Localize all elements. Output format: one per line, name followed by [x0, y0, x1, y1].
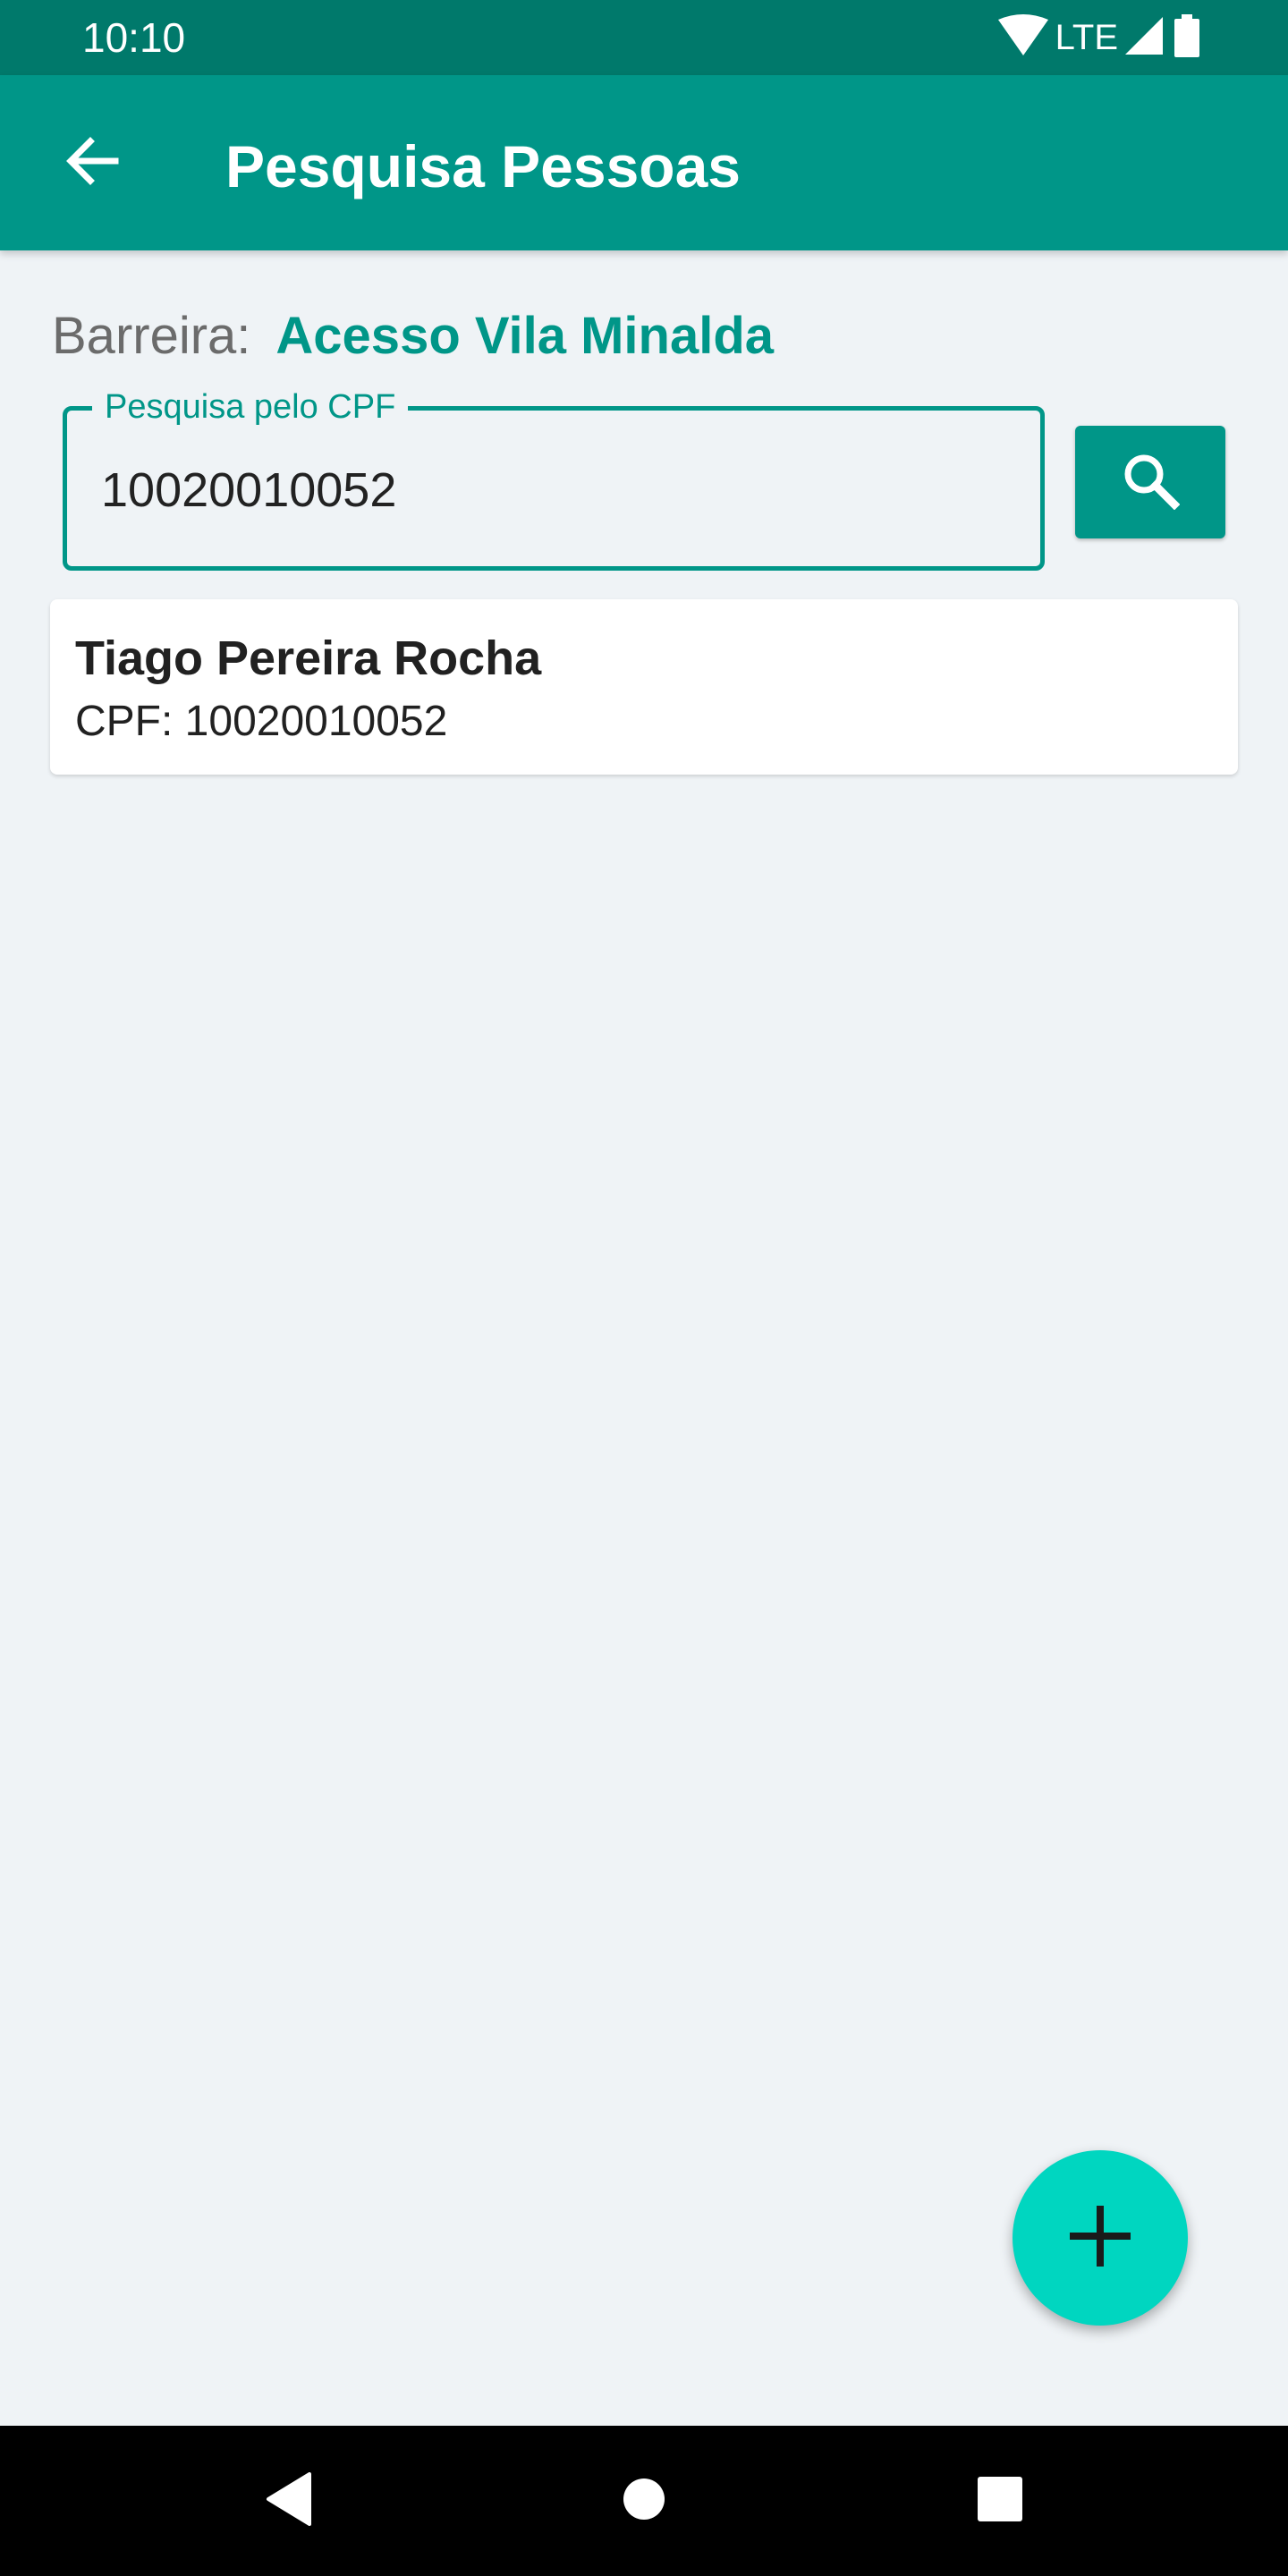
nav-home-icon: [622, 2477, 666, 2526]
page-title: Pesquisa Pessoas: [225, 133, 741, 199]
system-nav-bar: [0, 2426, 1288, 2576]
result-card[interactable]: Tiago Pereira Rocha CPF: 10020010052: [50, 599, 1238, 775]
signal-icon: [1123, 15, 1165, 61]
nav-back-icon: [265, 2471, 311, 2530]
status-bar: 10:10 LTE: [0, 0, 1288, 75]
cpf-search-field[interactable]: Pesquisa pelo CPF: [63, 387, 1045, 571]
search-icon: [1121, 451, 1181, 514]
search-button[interactable]: [1075, 426, 1225, 538]
barrier-row: Barreira: Acesso Vila Minalda: [52, 306, 774, 377]
nav-home-button[interactable]: [590, 2447, 698, 2555]
add-icon: [1066, 2202, 1134, 2275]
nav-back-button[interactable]: [234, 2447, 342, 2555]
nav-recents-icon: [977, 2476, 1023, 2527]
barrier-value: Acesso Vila Minalda: [275, 307, 775, 365]
back-button[interactable]: [50, 122, 132, 204]
result-name: Tiago Pereira Rocha: [75, 631, 542, 685]
cpf-field-label: Pesquisa pelo CPF: [92, 387, 409, 427]
barrier-label: Barreira:: [52, 307, 251, 365]
app-bar: Pesquisa Pessoas: [0, 75, 1288, 250]
status-time: 10:10: [82, 14, 186, 61]
network-type: LTE: [1055, 18, 1118, 57]
cpf-input[interactable]: [99, 457, 997, 523]
arrow-back-icon: [64, 136, 119, 191]
nav-recents-button[interactable]: [946, 2447, 1054, 2555]
battery-icon: [1174, 13, 1200, 62]
result-cpf: CPF: 10020010052: [75, 698, 448, 745]
wifi-icon: [996, 13, 1050, 62]
status-icons: LTE: [996, 13, 1200, 62]
add-person-button[interactable]: [1013, 2150, 1188, 2326]
